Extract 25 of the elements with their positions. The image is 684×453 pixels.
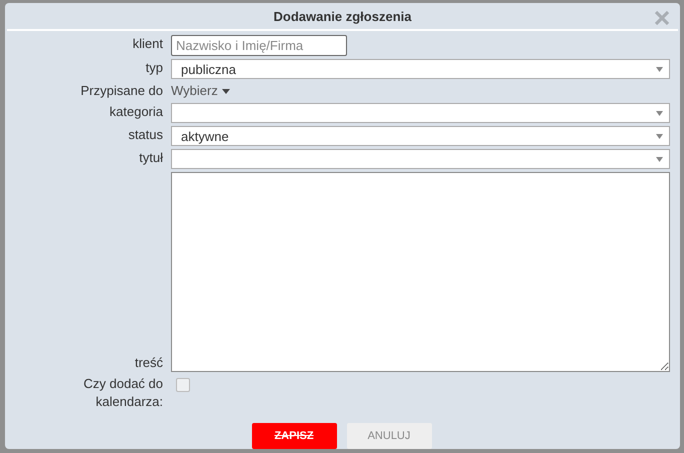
field-label: status <box>127 126 163 144</box>
save-button[interactable]: ZAPISZ <box>252 423 336 449</box>
field-label: Przypisane do <box>80 82 163 100</box>
calendar-checkbox[interactable] <box>176 378 190 392</box>
assignee-dropdown[interactable]: Wybierz <box>171 82 230 100</box>
select-field[interactable] <box>171 103 670 123</box>
field-label: typ <box>144 59 163 77</box>
field-label: kategoria <box>108 103 163 121</box>
select-field[interactable]: publiczna <box>171 59 670 79</box>
cancel-button[interactable]: ANULUJ <box>346 423 432 449</box>
field-label: tytuł <box>138 149 163 167</box>
close-icon[interactable] <box>654 10 670 26</box>
select-field[interactable] <box>171 149 670 169</box>
caret-icon <box>656 134 663 138</box>
dialog-title: Dodawanie zgłoszenia <box>274 8 412 24</box>
field-label: Czy dodać do kalendarza: <box>82 375 163 411</box>
client-field[interactable]: Nazwisko i Imię/Firma <box>171 35 347 56</box>
caret-icon <box>656 66 663 72</box>
content-field[interactable] <box>171 172 670 372</box>
field-label: klient <box>132 35 163 53</box>
caret-icon <box>656 110 663 116</box>
caret-icon <box>222 88 230 94</box>
field-label: treść <box>134 354 163 372</box>
caret-icon <box>656 156 663 162</box>
select-field[interactable]: aktywne <box>171 126 670 146</box>
